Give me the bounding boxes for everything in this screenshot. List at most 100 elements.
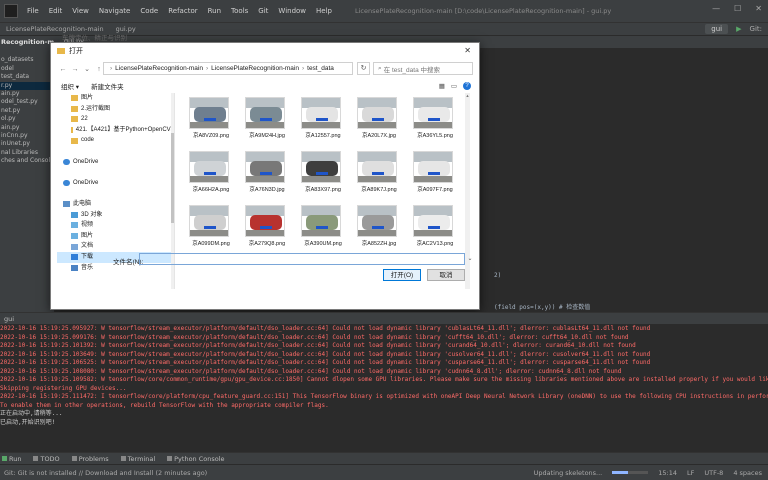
tree-item[interactable]: nal Libraries: [0, 149, 54, 157]
organize-button[interactable]: 组织 ▾: [61, 81, 79, 91]
status-message[interactable]: Git: Git is not installed // Download an…: [4, 469, 207, 477]
close-icon[interactable]: ✕: [755, 4, 762, 13]
run-tab-label[interactable]: gui: [4, 315, 14, 323]
scroll-up-icon[interactable]: ▲: [465, 93, 470, 98]
cancel-button[interactable]: 取消: [427, 269, 465, 281]
file-item[interactable]: 京A20L7X.jpg: [351, 93, 407, 145]
nav-item[interactable]: 文档: [57, 241, 174, 252]
tree-item[interactable]: inCnn.py: [0, 132, 54, 140]
python-icon: [167, 456, 173, 461]
address-segment[interactable]: LicensePlateRecognition-main: [211, 65, 299, 72]
nav-item[interactable]: code: [57, 135, 174, 146]
refresh-icon[interactable]: ↻: [357, 62, 370, 75]
thumb-ground: [358, 176, 396, 182]
address-bar[interactable]: › LicensePlateRecognition-main › License…: [103, 62, 353, 75]
tree-item[interactable]: ain.py: [0, 90, 54, 98]
run-icon[interactable]: ▶: [736, 25, 741, 33]
run-config-selector[interactable]: gui: [705, 24, 729, 34]
nav-item[interactable]: 22: [57, 114, 174, 125]
nav-item[interactable]: 3D 对象: [57, 210, 174, 221]
menu-view[interactable]: View: [67, 7, 94, 15]
tree-item[interactable]: ain.py: [0, 124, 54, 132]
thumb-plate: [260, 226, 272, 229]
tool-tab-todo[interactable]: TODO: [33, 455, 60, 463]
file-item[interactable]: 京A8VZ09.png: [183, 93, 239, 145]
tree-item[interactable]: test_data: [0, 73, 54, 81]
file-item[interactable]: 京A36YL5.png: [407, 93, 463, 145]
file-item[interactable]: 京A12557.png: [295, 93, 351, 145]
menu-git[interactable]: Git: [253, 7, 273, 15]
nav-item[interactable]: 421.【A421】基于Python+OpenCV3: [57, 125, 174, 136]
nav-item-onedrive[interactable]: OneDrive: [57, 157, 174, 168]
nav-item-label: 此电脑: [73, 200, 92, 207]
filename-input[interactable]: [139, 253, 465, 265]
nav-item[interactable]: 图片: [57, 93, 174, 104]
tree-item[interactable]: inUnet.py: [0, 140, 54, 148]
tool-tab-terminal[interactable]: Terminal: [120, 455, 155, 463]
tree-item[interactable]: odel_test.py: [0, 98, 54, 106]
file-item[interactable]: 京A852ZH.jpg: [351, 201, 407, 253]
tree-item-selected[interactable]: r.py: [0, 81, 54, 90]
file-item[interactable]: 京A89K7J.png: [351, 147, 407, 199]
search-input[interactable]: ⌕ 在 test_data 中搜索: [373, 62, 473, 75]
view-options-icon[interactable]: ▦: [439, 82, 445, 90]
preview-pane-icon[interactable]: ▭: [451, 82, 457, 90]
maximize-icon[interactable]: ☐: [734, 4, 741, 13]
tool-tab-run[interactable]: Run: [2, 455, 21, 463]
tree-item[interactable]: odel: [0, 65, 54, 73]
open-button[interactable]: 打开(O): [383, 269, 421, 281]
menu-file[interactable]: File: [22, 7, 44, 15]
indent-setting[interactable]: 4 spaces: [733, 469, 762, 477]
menu-navigate[interactable]: Navigate: [94, 7, 135, 15]
project-title[interactable]: Recognition-main: [0, 36, 54, 48]
git-label[interactable]: Git:: [750, 25, 762, 33]
address-segment[interactable]: test_data: [307, 65, 334, 72]
menu-edit[interactable]: Edit: [44, 7, 68, 15]
tree-item[interactable]: net.py: [0, 107, 54, 115]
new-folder-button[interactable]: 新建文件夹: [91, 81, 124, 91]
line-separator[interactable]: LF: [687, 469, 694, 477]
background-task[interactable]: Updating skeletons...: [534, 469, 603, 477]
tool-tab-problems[interactable]: Problems: [71, 455, 109, 463]
scrollbar-thumb[interactable]: [171, 133, 174, 223]
nav-item-this-pc[interactable]: 此电脑: [57, 199, 174, 210]
file-item[interactable]: 京AC2V13.png: [407, 201, 463, 253]
window-title: LicensePlateRecognition-main [D:\code\Li…: [355, 7, 612, 15]
menu-run[interactable]: Run: [203, 7, 226, 15]
chevron-down-icon[interactable]: ⌄: [81, 65, 93, 73]
nav-item[interactable]: 图片: [57, 231, 174, 242]
file-item[interactable]: 京A76N3D.jpg: [239, 147, 295, 199]
file-item[interactable]: 京A097F7.png: [407, 147, 463, 199]
menu-refactor[interactable]: Refactor: [163, 7, 202, 15]
file-name: 京A20L7X.jpg: [362, 133, 396, 139]
tree-item[interactable]: [0, 48, 54, 56]
menu-window[interactable]: Window: [273, 7, 311, 15]
thumb-ground: [302, 122, 340, 128]
menu-code[interactable]: Code: [135, 7, 163, 15]
file-item[interactable]: 京A66H2A.png: [183, 147, 239, 199]
nav-item[interactable]: 2.运行截图: [57, 104, 174, 115]
chevron-down-icon[interactable]: ⌄: [465, 253, 475, 265]
caret-position[interactable]: 15:14: [658, 469, 677, 477]
file-item[interactable]: 京A279Q8.png: [239, 201, 295, 253]
file-item[interactable]: 京A9M24H.jpg: [239, 93, 295, 145]
forward-icon[interactable]: →: [69, 66, 81, 73]
menu-help[interactable]: Help: [311, 7, 337, 15]
tool-tab-python-console[interactable]: Python Console: [167, 455, 225, 463]
tree-item[interactable]: ol.py: [0, 115, 54, 123]
file-item[interactable]: 京A390UM.png: [295, 201, 351, 253]
help-icon[interactable]: ?: [463, 82, 471, 90]
file-item[interactable]: 京A83X97.png: [295, 147, 351, 199]
back-icon[interactable]: ←: [57, 66, 69, 73]
run-console[interactable]: 2022-10-16 15:19:25.095927: W tensorflow…: [0, 324, 768, 452]
tree-item[interactable]: o_datasets: [0, 56, 54, 64]
address-segment[interactable]: LicensePlateRecognition-main: [115, 65, 203, 72]
nav-item[interactable]: 视频: [57, 220, 174, 231]
nav-item-onedrive[interactable]: OneDrive: [57, 178, 174, 189]
file-item[interactable]: 京A099DM.png: [183, 201, 239, 253]
close-icon[interactable]: ✕: [464, 46, 471, 55]
file-encoding[interactable]: UTF-8: [704, 469, 723, 477]
minimize-icon[interactable]: —: [712, 4, 720, 13]
tree-item[interactable]: ches and Consoles: [0, 157, 54, 165]
menu-tools[interactable]: Tools: [226, 7, 253, 15]
